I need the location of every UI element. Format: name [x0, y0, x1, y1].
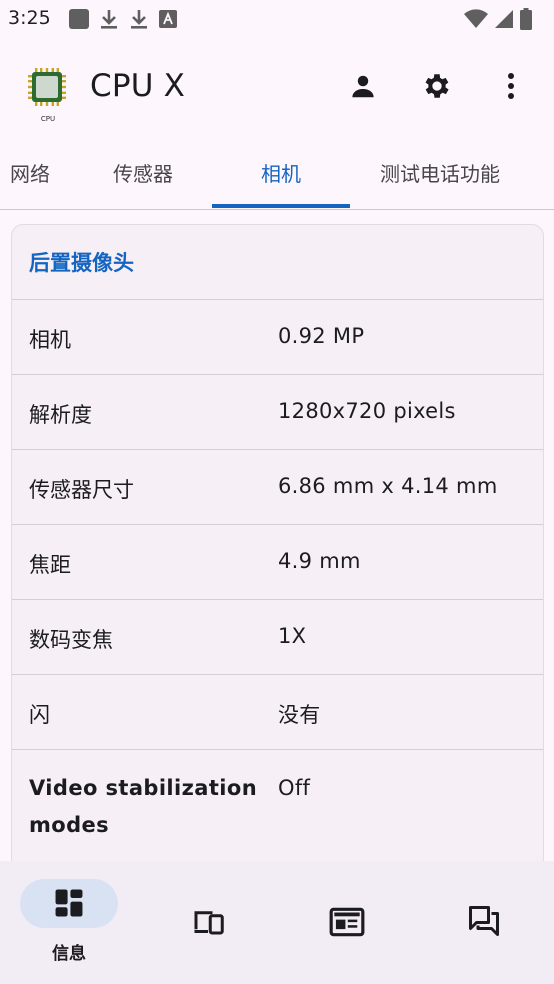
bottom-navigation: 信息	[0, 861, 554, 984]
cpu-chip-logo-icon	[28, 68, 66, 106]
row-value: 没有	[278, 703, 321, 727]
info-row: Video stabilization modes Off	[12, 750, 543, 870]
row-value: Off	[278, 776, 311, 800]
row-key: 焦距	[29, 553, 71, 577]
row-value: 4.9 mm	[278, 549, 361, 573]
app-bar: CPU CPU X	[0, 36, 554, 136]
nav-item-info[interactable]: 信息	[0, 861, 138, 984]
tab-camera[interactable]: 相机	[212, 136, 350, 208]
nav-label-info: 信息	[52, 944, 86, 964]
row-key: 解析度	[29, 403, 92, 427]
newspaper-icon	[329, 907, 365, 937]
row-key: 数码变焦	[29, 628, 113, 652]
row-key: 闪	[29, 703, 50, 727]
notification-square-icon	[69, 9, 89, 29]
account-icon	[352, 75, 374, 98]
row-value: 0.92 MP	[278, 324, 365, 348]
gear-icon	[425, 74, 449, 98]
info-row: 闪 没有	[12, 675, 543, 750]
battery-icon	[520, 8, 532, 30]
info-row: 焦距 4.9 mm	[12, 525, 543, 600]
download-icon	[101, 10, 117, 29]
status-bar: 3:25	[0, 0, 554, 36]
devices-icon	[194, 911, 224, 935]
rear-camera-card: 后置摄像头 相机 0.92 MP 解析度 1280x720 pixels 传感器…	[11, 224, 544, 926]
info-row: 解析度 1280x720 pixels	[12, 375, 543, 450]
card-title: 后置摄像头	[12, 225, 543, 300]
tab-active-indicator	[212, 204, 350, 208]
more-vert-icon	[508, 73, 514, 99]
settings-button[interactable]	[415, 64, 459, 108]
info-row: 相机 0.92 MP	[12, 300, 543, 375]
download-icon	[131, 10, 147, 29]
cellular-signal-icon	[495, 10, 513, 28]
row-key: 传感器尺寸	[29, 478, 134, 502]
tab-sensors[interactable]: 传感器	[88, 136, 198, 208]
wifi-icon	[464, 9, 488, 28]
account-button[interactable]	[341, 64, 385, 108]
row-value: 1280x720 pixels	[278, 399, 456, 423]
tab-bar: 网络 传感器 相机 测试电话功能	[0, 136, 554, 210]
info-row: 数码变焦 1X	[12, 600, 543, 675]
row-value: 6.86 mm x 4.14 mm	[278, 474, 498, 498]
nav-item-news[interactable]	[296, 861, 396, 984]
more-options-button[interactable]	[489, 64, 533, 108]
tab-phone-test[interactable]: 测试电话功能	[362, 136, 518, 208]
nav-item-forum[interactable]	[434, 861, 534, 984]
tab-network[interactable]: 网络	[0, 136, 50, 208]
nav-item-devices[interactable]	[158, 861, 258, 984]
row-key: Video stabilization modes	[29, 776, 258, 837]
status-time: 3:25	[8, 7, 51, 29]
app-notification-icon	[159, 10, 177, 28]
app-logo-text: CPU	[40, 115, 56, 123]
app-title: CPU X	[90, 68, 186, 104]
row-key: 相机	[29, 328, 71, 352]
dashboard-icon	[55, 889, 83, 917]
row-value: 1X	[278, 624, 307, 648]
info-row: 传感器尺寸 6.86 mm x 4.14 mm	[12, 450, 543, 525]
forum-icon	[469, 906, 499, 936]
